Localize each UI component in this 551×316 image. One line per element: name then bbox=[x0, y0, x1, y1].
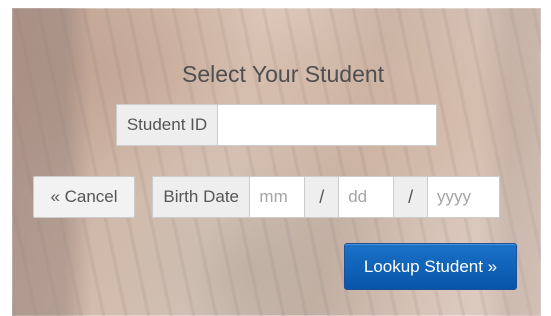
student-lookup-panel: Select Your Student Student ID « Cancel … bbox=[12, 8, 541, 316]
date-separator: / bbox=[305, 177, 340, 217]
cancel-button[interactable]: « Cancel bbox=[33, 176, 135, 218]
lookup-student-button[interactable]: Lookup Student » bbox=[344, 243, 517, 290]
page-frame: Select Your Student Student ID « Cancel … bbox=[0, 0, 551, 316]
student-id-label: Student ID bbox=[117, 105, 218, 145]
birth-date-input-group: Birth Date / / bbox=[152, 176, 500, 218]
student-id-input-group: Student ID bbox=[116, 104, 437, 146]
student-id-input[interactable] bbox=[218, 105, 436, 145]
form-title: Select Your Student bbox=[182, 61, 385, 87]
date-separator: / bbox=[394, 177, 428, 217]
birth-month-input[interactable] bbox=[250, 177, 306, 217]
birth-year-input[interactable] bbox=[428, 177, 499, 217]
student-lookup-form: Select Your Student Student ID « Cancel … bbox=[12, 8, 541, 316]
birth-date-label: Birth Date bbox=[153, 177, 251, 217]
birth-day-input[interactable] bbox=[339, 177, 395, 217]
